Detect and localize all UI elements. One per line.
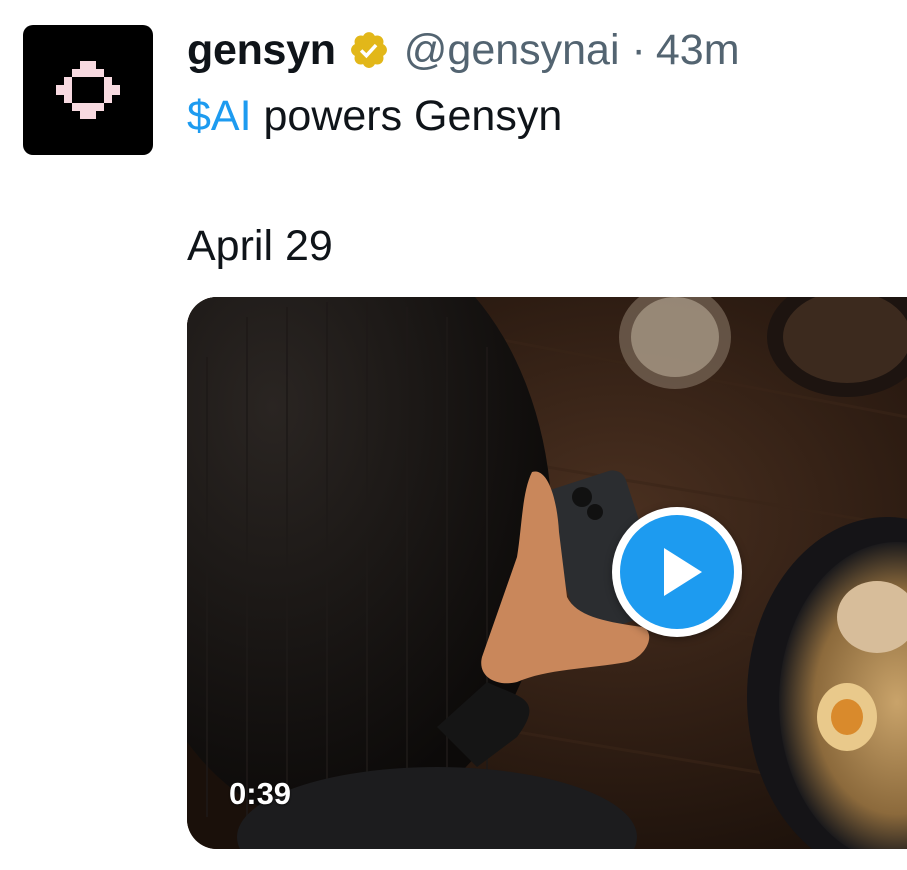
video-duration: 0:39 xyxy=(229,776,292,811)
timestamp[interactable]: 43m xyxy=(656,24,740,76)
handle[interactable]: @gensynai xyxy=(404,24,620,76)
video-frame-image xyxy=(187,297,907,849)
tweet-text-line2: April 29 xyxy=(187,222,333,270)
tweet-header: gensyn @gensynai · 43m xyxy=(187,22,740,78)
play-button[interactable] xyxy=(612,507,742,637)
avatar[interactable] xyxy=(23,25,153,155)
separator-dot: · xyxy=(631,26,646,74)
verified-badge-icon xyxy=(348,29,390,71)
play-button-fill xyxy=(620,515,734,629)
tweet-text-line1: $AI powers Gensyn xyxy=(187,90,562,142)
tweet-text-rest: powers Gensyn xyxy=(251,92,563,140)
cashtag-link[interactable]: $AI xyxy=(187,92,252,140)
display-name[interactable]: gensyn xyxy=(187,24,336,76)
gensyn-logo-icon xyxy=(56,61,120,119)
play-icon xyxy=(664,548,702,596)
video-thumbnail[interactable] xyxy=(187,297,907,849)
